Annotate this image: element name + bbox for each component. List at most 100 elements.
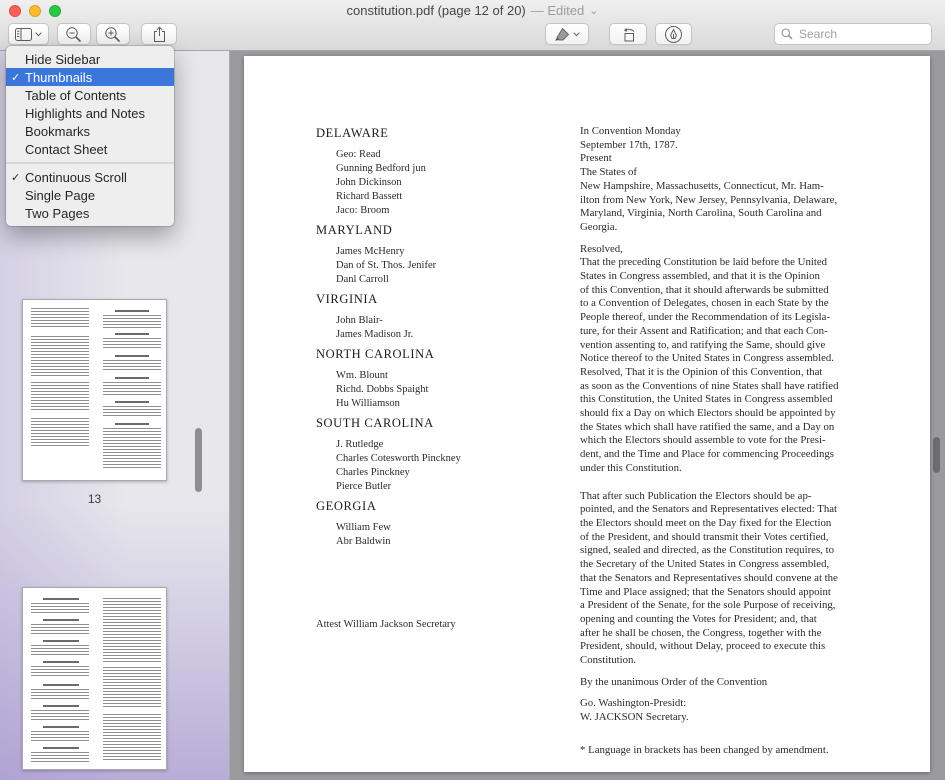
signer-names: Geo: Read Gunning Bedford jun John Dicki… bbox=[316, 148, 566, 218]
zoom-out-button[interactable] bbox=[57, 23, 91, 45]
signer-names: John Blair- James Madison Jr. bbox=[316, 314, 566, 342]
thumbnail-text-lines bbox=[31, 710, 89, 720]
thumbnail-heading bbox=[43, 619, 79, 621]
search-field bbox=[774, 23, 932, 45]
thumbnail-text-lines bbox=[103, 428, 161, 470]
thumbnail-heading bbox=[115, 310, 149, 312]
titlebar: constitution.pdf (page 12 of 20) — Edite… bbox=[0, 0, 945, 21]
thumbnail-heading bbox=[43, 661, 79, 663]
thumbnail-heading bbox=[43, 747, 79, 749]
menu-item-label: Hide Sidebar bbox=[25, 52, 100, 67]
zoom-in-button[interactable] bbox=[96, 23, 130, 45]
thumbnail-text-lines bbox=[31, 752, 89, 762]
menu-item[interactable]: Two Pages bbox=[6, 204, 174, 222]
sidebar-icon bbox=[15, 28, 32, 41]
menu-item-label: Single Page bbox=[25, 188, 95, 203]
menu-item-label: Table of Contents bbox=[25, 88, 126, 103]
state-signers-block: MARYLAND James McHenry Dan of St. Thos. … bbox=[316, 223, 566, 287]
sidebar-scrollbar[interactable] bbox=[195, 428, 202, 492]
menu-item[interactable]: ✓ Continuous Scroll bbox=[6, 168, 174, 186]
page-thumbnail[interactable] bbox=[22, 299, 167, 481]
highlight-button[interactable] bbox=[545, 23, 589, 45]
menu-item-label: Thumbnails bbox=[25, 70, 92, 85]
search-input[interactable] bbox=[774, 23, 932, 45]
title-chevron-down-icon[interactable]: ⌄ bbox=[589, 6, 598, 16]
zoom-in-icon bbox=[104, 26, 122, 43]
checkmark-icon: ✓ bbox=[11, 171, 25, 184]
state-signers-block: GEORGIA William Few Abr Baldwin bbox=[316, 499, 566, 549]
menu-item-label: Contact Sheet bbox=[25, 142, 107, 157]
thumbnail-heading bbox=[43, 598, 79, 600]
signer-names: J. Rutledge Charles Cotesworth Pinckney … bbox=[316, 438, 566, 494]
menu-item[interactable]: Table of Contents bbox=[6, 86, 174, 104]
thumbnail-heading bbox=[115, 333, 149, 335]
thumbnail-text-lines bbox=[31, 666, 89, 678]
share-button[interactable] bbox=[141, 23, 177, 45]
thumbnail-text-lines bbox=[103, 338, 161, 350]
resolution-column: In Convention Monday September 17th, 178… bbox=[580, 125, 910, 758]
thumbnail-text-lines bbox=[31, 689, 89, 699]
thumbnail-heading bbox=[115, 377, 149, 379]
paragraph: Resolved, That the preceding Constitutio… bbox=[580, 243, 910, 476]
sidebar-view-button[interactable] bbox=[8, 23, 49, 45]
preview-window: constitution.pdf (page 12 of 20) — Edite… bbox=[0, 0, 945, 780]
state-signers-block: DELAWARE Geo: Read Gunning Bedford jun J… bbox=[316, 126, 566, 218]
view-options-menu: Hide Sidebar ✓ Thumbnails Table of Conte… bbox=[6, 46, 174, 226]
thumbnail-text-lines bbox=[103, 598, 161, 662]
thumbnail-text-lines bbox=[31, 382, 89, 412]
zoom-out-icon bbox=[65, 26, 83, 43]
menu-item-label: Two Pages bbox=[25, 206, 89, 221]
menu-separator bbox=[6, 162, 174, 164]
state-heading: SOUTH CAROLINA bbox=[316, 416, 566, 431]
thumbnail-text-lines bbox=[103, 714, 161, 762]
thumbnail-text-lines bbox=[103, 360, 161, 372]
thumbnail-page-number: 13 bbox=[22, 492, 167, 506]
chevron-down-icon bbox=[35, 32, 42, 37]
menu-item[interactable]: Highlights and Notes bbox=[6, 104, 174, 122]
state-heading: NORTH CAROLINA bbox=[316, 347, 566, 362]
thumbnail-text-lines bbox=[31, 603, 89, 613]
content-scrollbar[interactable] bbox=[933, 437, 940, 473]
thumbnail-heading bbox=[43, 726, 79, 728]
thumbnail-heading bbox=[115, 423, 149, 425]
menu-item[interactable]: Hide Sidebar bbox=[6, 50, 174, 68]
state-heading: DELAWARE bbox=[316, 126, 566, 141]
thumbnail-text-lines bbox=[31, 336, 89, 376]
page-thumbnail[interactable] bbox=[22, 587, 167, 770]
thumbnail-heading bbox=[43, 684, 79, 686]
thumbnail-text-lines bbox=[31, 418, 89, 446]
signer-names: William Few Abr Baldwin bbox=[316, 521, 566, 549]
markup-toolbar-button[interactable] bbox=[655, 23, 692, 45]
signers-column: DELAWARE Geo: Read Gunning Bedford jun J… bbox=[316, 126, 566, 554]
signer-names: Wm. Blount Richd. Dobbs Spaight Hu Willi… bbox=[316, 369, 566, 411]
thumbnail-text-lines bbox=[31, 645, 89, 655]
pdf-page: DELAWARE Geo: Read Gunning Bedford jun J… bbox=[244, 56, 930, 772]
state-heading: GEORGIA bbox=[316, 499, 566, 514]
thumbnail-heading bbox=[115, 401, 149, 403]
menu-item[interactable]: Contact Sheet bbox=[6, 140, 174, 158]
menu-item[interactable]: Single Page bbox=[6, 186, 174, 204]
rotate-left-button[interactable] bbox=[609, 23, 647, 45]
thumbnail-text-lines bbox=[103, 315, 161, 329]
markup-pen-icon bbox=[664, 25, 683, 44]
menu-item[interactable]: Bookmarks bbox=[6, 122, 174, 140]
paragraph: In Convention Monday September 17th, 178… bbox=[580, 125, 910, 235]
paragraph: That after such Publication the Electors… bbox=[580, 490, 910, 668]
thumbnail-heading bbox=[115, 355, 149, 357]
thumbnail-heading bbox=[43, 705, 79, 707]
paragraph: Go. Washington-Presidt: W. JACKSON Secre… bbox=[580, 697, 910, 724]
checkmark-icon: ✓ bbox=[11, 71, 25, 84]
attest-line-wrap: Attest William Jackson Secretary bbox=[316, 619, 566, 630]
state-heading: MARYLAND bbox=[316, 223, 566, 238]
paragraph: * Language in brackets has been changed … bbox=[580, 744, 910, 758]
window-header: constitution.pdf (page 12 of 20) — Edite… bbox=[0, 0, 945, 51]
menu-item[interactable]: ✓ Thumbnails bbox=[6, 68, 174, 86]
rotate-left-icon bbox=[620, 27, 637, 42]
paragraph: By the unanimous Order of the Convention bbox=[580, 676, 910, 690]
thumbnail-text-lines bbox=[31, 731, 89, 741]
state-signers-block: VIRGINIA John Blair- James Madison Jr. bbox=[316, 292, 566, 342]
menu-item-label: Highlights and Notes bbox=[25, 106, 145, 121]
state-signers-block: SOUTH CAROLINA J. Rutledge Charles Cotes… bbox=[316, 416, 566, 494]
window-title: constitution.pdf (page 12 of 20) bbox=[347, 3, 526, 18]
thumbnail-text-lines bbox=[103, 667, 161, 709]
